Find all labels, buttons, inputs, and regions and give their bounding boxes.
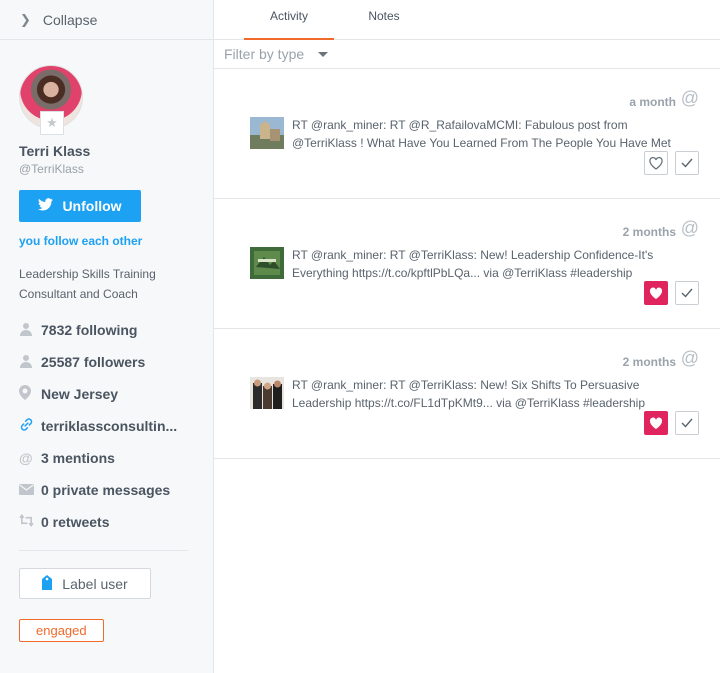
- tweet-line: RT @rank_miner: RT @R_RafailovaMCMI: Fab…: [292, 118, 628, 132]
- stat-text: 7832 following: [41, 322, 138, 338]
- stat-text: 25587 followers: [41, 354, 146, 370]
- user-icon: [19, 322, 41, 339]
- activity-time: a month: [629, 95, 676, 109]
- like-button[interactable]: [644, 151, 668, 175]
- profile-name: Terri Klass: [19, 143, 91, 159]
- stat-text: 0 retweets: [41, 514, 110, 530]
- twitter-bird-icon: [38, 198, 54, 214]
- stat-followers[interactable]: 25587 followers: [19, 346, 194, 378]
- like-button[interactable]: [644, 281, 668, 305]
- like-button[interactable]: [644, 411, 668, 435]
- tweet-thumbnail: [250, 377, 284, 409]
- activity-item: a month @ RT @rank_miner: RT @R_Rafailov…: [214, 69, 720, 199]
- avatar-container: ★: [19, 65, 83, 135]
- profile-section: ★ Terri Klass @TerriKlass Unfollow you f…: [0, 65, 213, 538]
- user-icon: [19, 354, 41, 371]
- chevron-right-icon: ❯: [20, 11, 31, 27]
- activity-item: 2 months @ RT @rank_miner: RT @TerriKlas…: [214, 199, 720, 329]
- profile-bio: Leadership Skills Training Consultant an…: [19, 264, 194, 304]
- follow-status: you follow each other: [19, 234, 143, 248]
- tab-bar: Activity Notes: [214, 0, 720, 40]
- stat-text: New Jersey: [41, 386, 119, 402]
- checkmark-icon: [681, 158, 693, 168]
- profile-handle: @TerriKlass: [19, 162, 84, 176]
- tag-icon: [42, 574, 53, 593]
- unfollow-label: Unfollow: [62, 198, 122, 214]
- caret-down-icon: [318, 51, 329, 57]
- collapse-label: Collapse: [42, 11, 98, 28]
- at-icon[interactable]: @: [681, 218, 699, 239]
- stat-messages[interactable]: 0 private messages: [19, 474, 194, 506]
- at-icon[interactable]: @: [681, 348, 699, 369]
- label-user-text: Label user: [62, 575, 128, 592]
- heart-icon: [649, 287, 663, 299]
- main-panel: Activity Notes Filter by type a month @ …: [214, 0, 720, 673]
- activity-time: 2 months: [622, 355, 676, 369]
- checkmark-icon: [681, 288, 693, 298]
- heart-icon: [649, 156, 663, 170]
- tweet-line: RT @rank_miner: RT @TerriKlass: New! Lea…: [292, 248, 654, 262]
- filter-by-type-dropdown[interactable]: Filter by type: [214, 40, 720, 69]
- mark-done-button[interactable]: [675, 281, 699, 305]
- engaged-label-tag[interactable]: engaged: [19, 619, 104, 642]
- filter-placeholder: Filter by type: [224, 46, 305, 62]
- stat-website[interactable]: terriklassconsultin...: [19, 410, 194, 442]
- tweet-thumbnail: [250, 117, 284, 149]
- mark-done-button[interactable]: [675, 411, 699, 435]
- activity-item: 2 months @ RT @rank_miner: RT @TerriKlas…: [214, 329, 720, 459]
- at-icon[interactable]: @: [681, 88, 699, 109]
- collapse-button[interactable]: ❯ Collapse: [0, 0, 213, 40]
- star-icon[interactable]: ★: [40, 111, 64, 135]
- link-icon: [19, 417, 41, 435]
- tweet-text[interactable]: RT @rank_miner: RT @R_RafailovaMCMI: Fab…: [292, 116, 692, 152]
- sidebar-divider: [19, 550, 188, 551]
- tab-activity[interactable]: Activity: [244, 0, 334, 40]
- stat-retweets[interactable]: 0 retweets: [19, 506, 194, 538]
- bio-line: Leadership Skills Training: [19, 267, 156, 281]
- retweet-icon: [19, 514, 41, 530]
- unfollow-button[interactable]: Unfollow: [19, 190, 141, 222]
- tweet-line: Leadership https://t.co/FL1dTpKMt9... vi…: [292, 396, 646, 410]
- stat-following[interactable]: 7832 following: [19, 314, 194, 346]
- stat-text: 3 mentions: [41, 450, 115, 466]
- checkmark-icon: [681, 418, 693, 428]
- envelope-icon: [19, 482, 41, 498]
- tweet-text[interactable]: RT @rank_miner: RT @TerriKlass: New! Six…: [292, 376, 692, 412]
- at-icon: @: [19, 450, 33, 466]
- profile-stats: 7832 following 25587 followers New Jerse…: [19, 314, 194, 538]
- bio-line: Consultant and Coach: [19, 287, 138, 301]
- tweet-line: Everything https://t.co/kpftlPbLQa... vi…: [292, 266, 633, 280]
- tweet-line: @TerriKlass ! What Have You Learned From…: [292, 136, 671, 150]
- tweet-line: RT @rank_miner: RT @TerriKlass: New! Six…: [292, 378, 640, 392]
- label-user-button[interactable]: Label user: [19, 568, 151, 599]
- location-pin-icon: [19, 385, 41, 403]
- activity-time: 2 months: [622, 225, 676, 239]
- stat-text: 0 private messages: [41, 482, 171, 498]
- stat-mentions[interactable]: @ 3 mentions: [19, 442, 194, 474]
- tab-notes[interactable]: Notes: [354, 0, 414, 40]
- heart-icon: [649, 417, 663, 429]
- user-sidebar: ❯ Collapse ★ Terri Klass @TerriKlass Unf…: [0, 0, 214, 673]
- tweet-thumbnail: [250, 247, 284, 279]
- mark-done-button[interactable]: [675, 151, 699, 175]
- stat-location: New Jersey: [19, 378, 194, 410]
- tweet-text[interactable]: RT @rank_miner: RT @TerriKlass: New! Lea…: [292, 246, 692, 282]
- stat-text: terriklassconsultin...: [41, 418, 178, 434]
